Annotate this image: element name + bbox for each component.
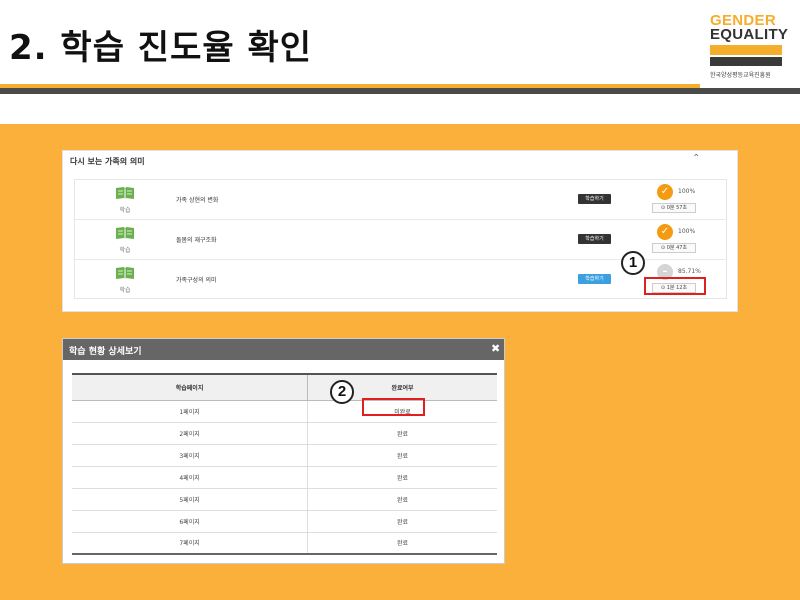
highlight-box-incomplete — [362, 398, 425, 416]
table-row: 5페이지 완료 — [72, 488, 497, 511]
page-cell: 6페이지 — [72, 510, 309, 533]
table-row: 1페이지 미완료 — [72, 400, 497, 423]
status-cell: 완료 — [307, 422, 497, 445]
lesson-type-label: 학습 — [119, 247, 131, 254]
status-cell: 완료 — [307, 532, 497, 555]
lesson-type-label: 학습 — [119, 287, 131, 294]
book-icon — [116, 267, 134, 280]
status-cell: 완료 — [307, 488, 497, 511]
chevron-up-icon[interactable]: ⌃ — [692, 153, 700, 164]
table-row: 3페이지 완료 — [72, 444, 497, 467]
lesson-title[interactable]: 돌봄의 재구조화 — [176, 235, 217, 244]
lesson-title[interactable]: 가족구성의 의미 — [176, 275, 217, 284]
logo-orange-bar — [710, 45, 782, 55]
logo-line-2: EQUALITY — [710, 26, 789, 43]
close-icon[interactable]: ✖ — [491, 342, 500, 355]
panel-title: 다시 보는 가족의 의미 — [70, 157, 145, 166]
status-cell: 완료 — [307, 466, 497, 489]
study-time-value: 0분 57초 — [666, 205, 688, 211]
study-button[interactable]: 학습하기 — [578, 274, 611, 284]
page-cell: 2페이지 — [72, 422, 309, 445]
step-marker-2: 2 — [330, 380, 354, 404]
progress-percent: 100% — [678, 188, 696, 195]
modal-title: 학습 현황 상세보기 — [69, 347, 142, 357]
study-time-value: 0분 47초 — [666, 245, 688, 251]
page-cell: 7페이지 — [72, 532, 309, 555]
gender-equality-logo: GENDER EQUALITY 한국양성평등교육진흥원 — [710, 13, 789, 79]
progress-percent: 85.71% — [678, 268, 701, 275]
slide-title: 2. 학습 진도율 확인 — [9, 28, 313, 68]
study-button[interactable]: 학습하기 — [578, 194, 611, 204]
check-icon: ✓ — [657, 184, 673, 200]
book-icon — [116, 187, 134, 200]
page-cell: 4페이지 — [72, 466, 309, 489]
lesson-type-label: 학습 — [119, 207, 131, 214]
page-cell: 5페이지 — [72, 488, 309, 511]
header-gray-rule — [0, 88, 800, 94]
highlight-box-time — [644, 277, 706, 295]
clock-icon: ⊙ — [660, 245, 666, 251]
course-progress-panel: 다시 보는 가족의 의미 ⌃ 학습 가족 상현의 변화 학습하기 ✓ 100% … — [62, 150, 738, 312]
page-cell: 1페이지 — [72, 400, 309, 423]
table-row: 4페이지 완료 — [72, 466, 497, 489]
list-item: 학습 가족 상현의 변화 학습하기 ✓ 100% ⊙ 0분 57초 — [75, 180, 726, 220]
clock-icon: ⊙ — [660, 205, 666, 211]
step-marker-1: 1 — [621, 251, 645, 275]
column-header-page: 학습페이지 — [72, 374, 309, 401]
status-cell: 완료 — [307, 444, 497, 467]
check-icon: ✓ — [657, 224, 673, 240]
page-status-table: 학습페이지 완료여부 1페이지 미완료 2페이지 완료 3페이지 완료 4페이지… — [72, 373, 497, 555]
study-time[interactable]: ⊙ 0분 57초 — [652, 203, 696, 213]
book-icon — [116, 227, 134, 240]
study-button[interactable]: 학습하기 — [578, 234, 611, 244]
logo-org-name: 한국양성평등교육진흥원 — [710, 72, 771, 79]
table-row: 7페이지 완료 — [72, 532, 497, 555]
table-row: 2페이지 완료 — [72, 422, 497, 445]
logo-dark-bar — [710, 57, 782, 66]
modal-header: 학습 현황 상세보기 ✖ — [63, 339, 504, 360]
table-header-row: 학습페이지 완료여부 — [72, 374, 497, 401]
study-time[interactable]: ⊙ 0분 47초 — [652, 243, 696, 253]
lesson-title[interactable]: 가족 상현의 변화 — [176, 195, 218, 204]
status-cell: 완료 — [307, 510, 497, 533]
progress-percent: 100% — [678, 228, 696, 235]
study-status-modal: 학습 현황 상세보기 ✖ 학습페이지 완료여부 1페이지 미완료 2페이지 완료… — [62, 338, 505, 564]
lesson-list: 학습 가족 상현의 변화 학습하기 ✓ 100% ⊙ 0분 57초 학습 돌봄의… — [74, 179, 727, 299]
page-cell: 3페이지 — [72, 444, 309, 467]
table-row: 6페이지 완료 — [72, 510, 497, 533]
